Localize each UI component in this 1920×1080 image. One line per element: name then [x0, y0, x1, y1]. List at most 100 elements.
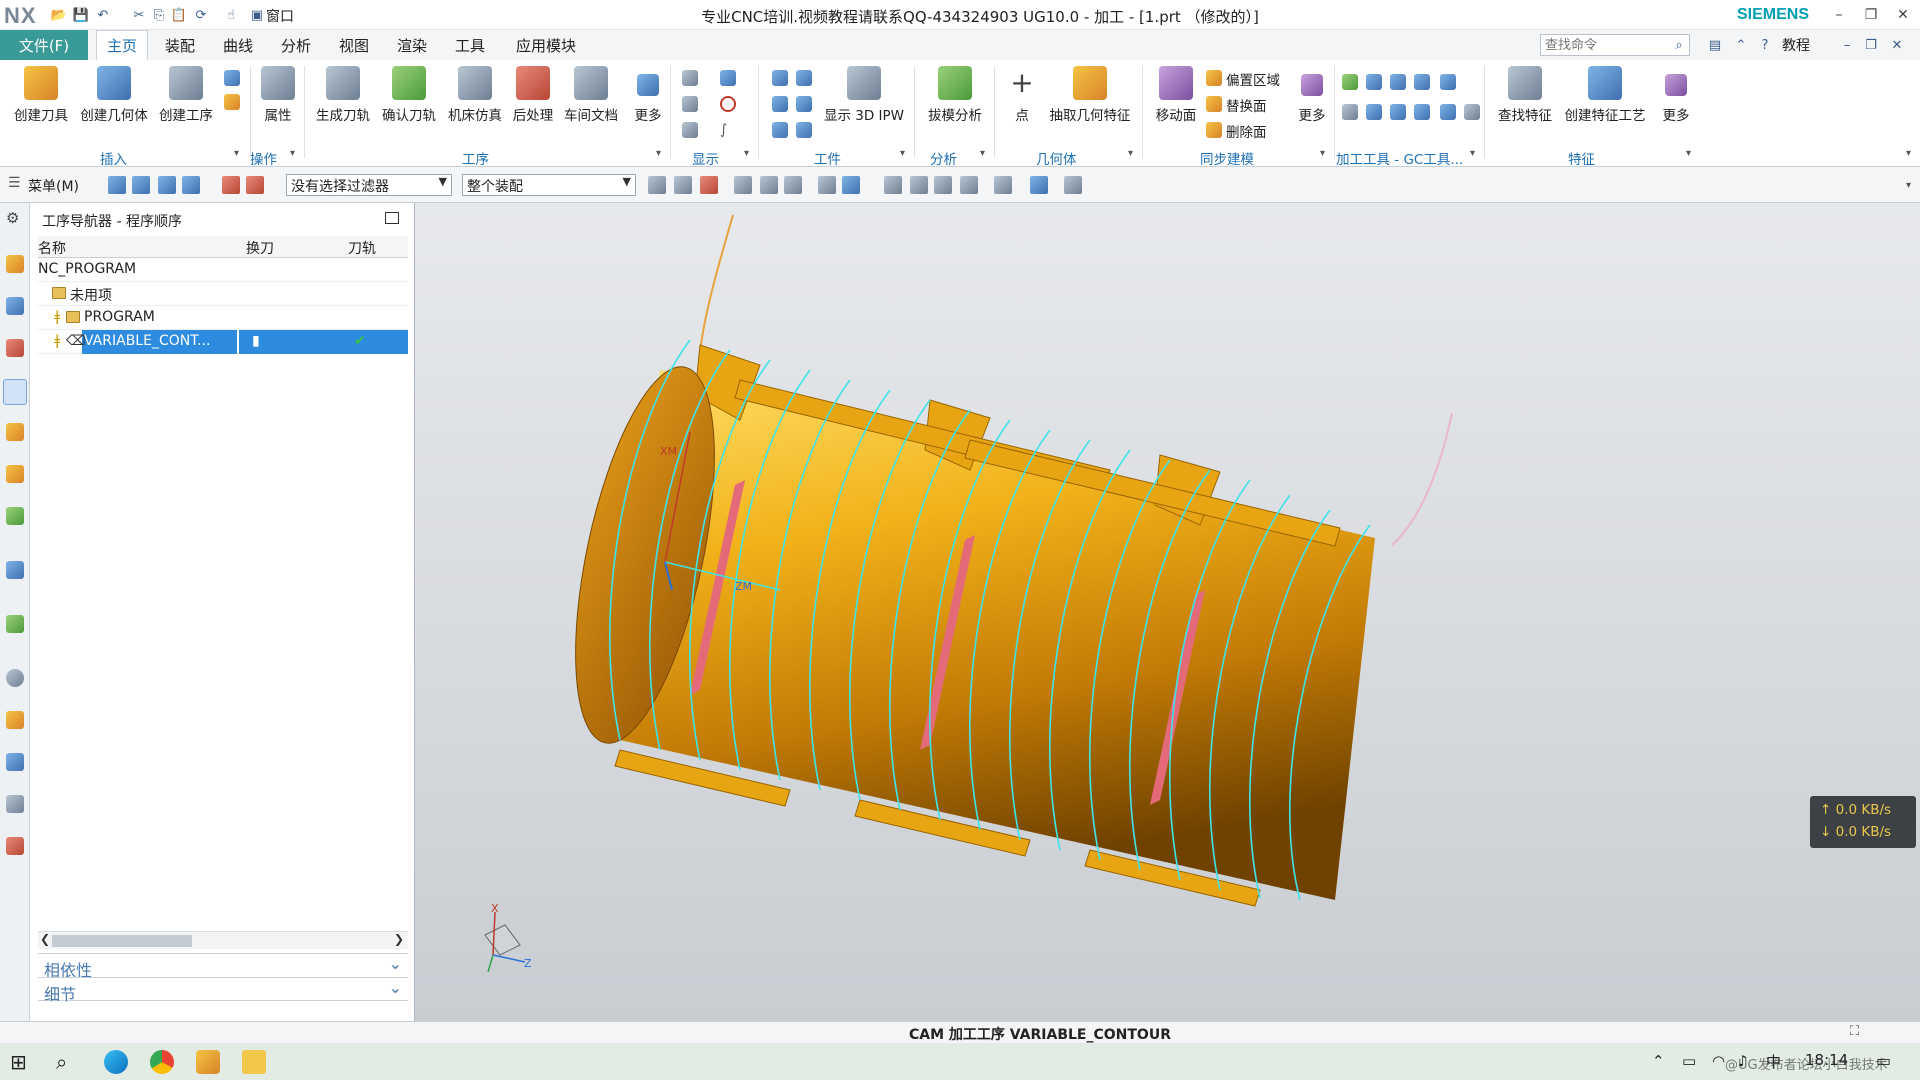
workpiece-icon-3[interactable] [772, 96, 788, 112]
point-button[interactable]: + 点 [1004, 66, 1040, 124]
operation-navigator-icon[interactable] [3, 379, 27, 405]
display-icon-1[interactable] [682, 70, 698, 86]
gc-tool-icon-9[interactable] [1414, 104, 1430, 120]
fullscreen-icon[interactable]: ⛶ [1850, 1024, 1859, 1039]
collapse-ribbon-icon[interactable]: ⌃ [1732, 36, 1750, 54]
create-operation-button[interactable]: 创建工序 [154, 66, 218, 124]
group-display-caret[interactable]: ▾ [744, 148, 749, 159]
gc-tool-icon-10[interactable] [1440, 104, 1456, 120]
window-menu-label[interactable]: 窗口 [266, 6, 294, 26]
restore-doc-icon[interactable]: ❐ [1862, 36, 1880, 54]
gc-tool-icon-1[interactable] [1342, 74, 1358, 90]
draft-analysis-button[interactable]: 拔模分析 [924, 66, 986, 124]
snap-icon-6[interactable] [784, 176, 802, 194]
delete-face-icon[interactable] [1206, 122, 1222, 138]
work-layer-icon[interactable] [1064, 176, 1082, 194]
select-icon-4[interactable] [182, 176, 200, 194]
replace-face-label[interactable]: 替换面 [1226, 95, 1267, 115]
horizontal-scrollbar[interactable]: ❮ ❯ [38, 931, 408, 949]
search-icon[interactable]: ⌕ [1670, 36, 1688, 54]
create-program-icon[interactable] [224, 94, 240, 110]
copy-icon[interactable]: ⎘ [150, 6, 168, 24]
display-icon-4[interactable] [720, 96, 736, 112]
assembly-navigator-icon[interactable] [6, 297, 24, 315]
tree-row-operation[interactable]: ǂ ⌫ VARIABLE_CONT... ▮ ✔ [38, 330, 408, 354]
file-menu-tab[interactable]: 文件(F) [0, 30, 88, 60]
group-geometry-caret[interactable]: ▾ [1128, 148, 1133, 159]
process-studio-icon[interactable] [6, 753, 24, 771]
selection-filter-dropdown[interactable]: 没有选择过滤器 ▼ [286, 174, 452, 196]
maximize-icon[interactable] [385, 212, 399, 224]
sync-more-button[interactable]: 更多 [1294, 66, 1330, 124]
details-section[interactable]: 细节 ⌄ [38, 977, 408, 1004]
window-menu-icon[interactable]: ▣ [248, 6, 266, 24]
tray-chevron-up-icon[interactable]: ⌃ [1652, 1052, 1665, 1070]
group-operation-caret[interactable]: ▾ [290, 148, 295, 159]
nx-app-icon[interactable] [196, 1050, 220, 1074]
process-more-button[interactable]: 更多 [628, 66, 668, 124]
undo-icon[interactable]: ↶ [94, 6, 112, 24]
gc-tool-icon-2[interactable] [1366, 74, 1382, 90]
save-icon[interactable]: 💾 [72, 6, 90, 24]
render-style-icon[interactable] [994, 176, 1012, 194]
tab-curve[interactable]: 曲线 [212, 30, 264, 60]
battery-icon[interactable]: ▭ [1682, 1052, 1696, 1070]
show-3d-ipw-button[interactable]: 显示 3D IPW [822, 66, 906, 124]
orient-view-icon[interactable] [960, 176, 978, 194]
open-icon[interactable]: 📂 [50, 6, 68, 24]
machine-tool-navigator-icon[interactable] [6, 423, 24, 441]
close-button[interactable]: ✕ [1889, 3, 1917, 27]
web-browser-icon[interactable] [6, 615, 24, 633]
tab-home[interactable]: 主页 [96, 30, 148, 60]
move-face-button[interactable]: 移动面 [1150, 66, 1202, 124]
group-feature-caret[interactable]: ▾ [1686, 148, 1691, 159]
graphics-window[interactable]: XM ZM X Z [415, 203, 1920, 1021]
create-geometry-button[interactable]: 创建几何体 [76, 66, 152, 124]
group-insert-caret[interactable]: ▾ [234, 148, 239, 159]
column-toolpath[interactable]: 刀轨 [348, 238, 376, 258]
scroll-left-icon[interactable]: ❮ [40, 932, 50, 946]
constraint-navigator-icon[interactable] [6, 339, 24, 357]
create-method-icon[interactable] [224, 70, 240, 86]
display-icon-3[interactable] [682, 96, 698, 112]
gc-tool-icon-4[interactable] [1414, 74, 1430, 90]
hd3d-tools-icon[interactable] [6, 561, 24, 579]
snap-icon-4[interactable] [734, 176, 752, 194]
ribbon-options-caret[interactable]: ▾ [1906, 148, 1911, 159]
repeat-command-icon[interactable]: ⟳ [192, 6, 210, 24]
wifi-icon[interactable]: ◠ [1712, 1052, 1725, 1070]
select-icon-1[interactable] [108, 176, 126, 194]
help-icon[interactable]: ? [1756, 36, 1774, 54]
ribbon-options-icon[interactable]: ▤ [1706, 36, 1724, 54]
machining-feature-navigator-icon[interactable] [6, 465, 24, 483]
part-navigator-icon[interactable] [6, 255, 24, 273]
dependencies-section[interactable]: 相依性 ⌄ [38, 953, 408, 980]
view-icon-4[interactable] [910, 176, 928, 194]
restore-button[interactable]: ❐ [1857, 3, 1885, 27]
menu-button[interactable]: 菜单(M) [28, 176, 79, 196]
display-icon-2[interactable] [720, 70, 736, 86]
roles-icon[interactable] [6, 837, 24, 855]
create-feature-process-button[interactable]: 创建特征工艺 [1560, 66, 1650, 124]
menu-icon[interactable]: ☰ [8, 175, 21, 191]
part-model[interactable]: XM ZM X Z [415, 203, 1920, 1021]
snap-icon-3[interactable] [700, 176, 718, 194]
workpiece-icon-2[interactable] [796, 70, 812, 86]
notification-icon[interactable]: ▭ [1876, 1051, 1891, 1070]
replace-face-icon[interactable] [1206, 96, 1222, 112]
gc-tool-icon-7[interactable] [1366, 104, 1382, 120]
group-sync-caret[interactable]: ▾ [1320, 148, 1325, 159]
tab-view[interactable]: 视图 [328, 30, 380, 60]
gc-tool-icon-3[interactable] [1390, 74, 1406, 90]
workpiece-icon-1[interactable] [772, 70, 788, 86]
gear-icon[interactable]: ⚙ [6, 209, 24, 227]
tree-row-program[interactable]: ǂ PROGRAM [38, 306, 408, 330]
close-doc-icon[interactable]: ✕ [1888, 36, 1906, 54]
offset-region-icon[interactable] [1206, 70, 1222, 86]
tree-row-unused[interactable]: 未用项 [38, 282, 408, 306]
display-icon-5[interactable] [682, 122, 698, 138]
minimize-button[interactable]: – [1825, 3, 1853, 27]
workpiece-icon-4[interactable] [796, 96, 812, 112]
group-analysis-caret[interactable]: ▾ [980, 148, 985, 159]
chrome-icon[interactable] [150, 1050, 174, 1074]
